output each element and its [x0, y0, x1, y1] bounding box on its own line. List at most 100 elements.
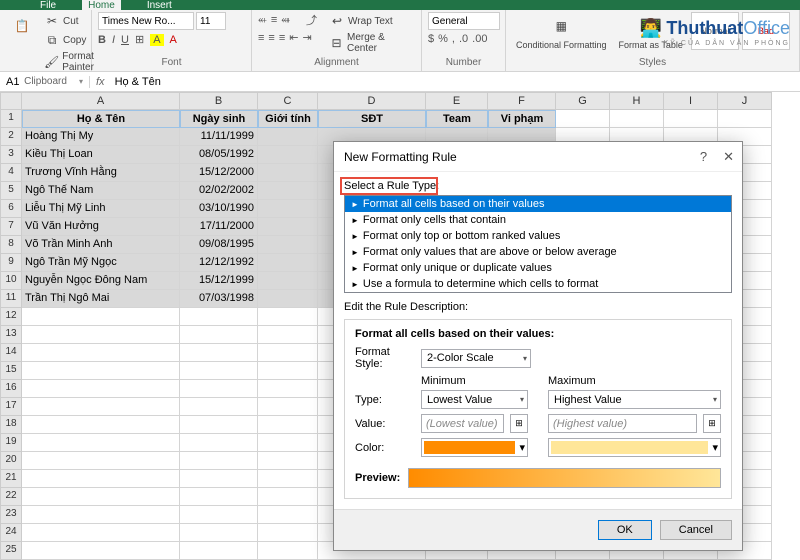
- fill-color-button[interactable]: A: [150, 34, 163, 46]
- max-color-select[interactable]: ▾: [548, 438, 721, 457]
- rule-type-list[interactable]: ►Format all cells based on their values …: [344, 195, 732, 293]
- cancel-button[interactable]: Cancel: [660, 520, 732, 540]
- cell[interactable]: Hoàng Thị My: [22, 128, 180, 146]
- row-header[interactable]: 20: [0, 452, 22, 470]
- cell[interactable]: 15/12/1999: [180, 272, 258, 290]
- cell[interactable]: 17/11/2000: [180, 218, 258, 236]
- tab-insert[interactable]: Insert: [141, 0, 178, 10]
- cell[interactable]: [22, 308, 180, 326]
- col-header-G[interactable]: G: [556, 92, 610, 110]
- cell[interactable]: [258, 434, 318, 452]
- close-button[interactable]: ✕: [723, 149, 734, 165]
- paste-button[interactable]: 📋: [6, 12, 38, 40]
- tab-home[interactable]: Home: [82, 0, 121, 10]
- align-middle-button[interactable]: ≡: [271, 14, 277, 26]
- cell[interactable]: [180, 506, 258, 524]
- cell[interactable]: [258, 362, 318, 380]
- font-color-button[interactable]: A: [170, 34, 177, 46]
- cell[interactable]: [22, 488, 180, 506]
- row-header[interactable]: 8: [0, 236, 22, 254]
- row-header[interactable]: 17: [0, 398, 22, 416]
- cell[interactable]: Vũ Văn Hưởng: [22, 218, 180, 236]
- cell[interactable]: 15/12/2000: [180, 164, 258, 182]
- cell[interactable]: [258, 254, 318, 272]
- cell[interactable]: [22, 524, 180, 542]
- rule-type-item[interactable]: ►Format only top or bottom ranked values: [345, 228, 731, 244]
- cell[interactable]: [180, 434, 258, 452]
- cell[interactable]: Ngô Thế Nam: [22, 182, 180, 200]
- cell[interactable]: [22, 542, 180, 560]
- cell[interactable]: [258, 488, 318, 506]
- col-header-C[interactable]: C: [258, 92, 318, 110]
- cell[interactable]: [180, 416, 258, 434]
- percent-button[interactable]: %: [438, 33, 448, 45]
- bold-button[interactable]: B: [98, 34, 106, 46]
- cell[interactable]: [258, 164, 318, 182]
- cell[interactable]: [180, 452, 258, 470]
- cell[interactable]: [180, 308, 258, 326]
- font-name-select[interactable]: Times New Ro...: [98, 12, 194, 30]
- cell[interactable]: [718, 110, 772, 128]
- fx-icon[interactable]: fx: [90, 76, 111, 88]
- cell[interactable]: [258, 128, 318, 146]
- row-header[interactable]: 23: [0, 506, 22, 524]
- cell[interactable]: SĐT: [318, 110, 426, 128]
- cell[interactable]: Liễu Thị Mỹ Linh: [22, 200, 180, 218]
- cell[interactable]: [556, 110, 610, 128]
- cell[interactable]: [258, 344, 318, 362]
- row-header[interactable]: 9: [0, 254, 22, 272]
- border-button[interactable]: ⊞: [135, 33, 144, 46]
- col-header-E[interactable]: E: [426, 92, 488, 110]
- cell[interactable]: 09/08/1995: [180, 236, 258, 254]
- cell[interactable]: Vi phạm: [488, 110, 556, 128]
- italic-button[interactable]: I: [112, 34, 115, 46]
- font-size-select[interactable]: 11: [196, 12, 226, 30]
- row-header[interactable]: 5: [0, 182, 22, 200]
- cell[interactable]: [258, 308, 318, 326]
- help-button[interactable]: ?: [700, 149, 707, 165]
- underline-button[interactable]: U: [121, 34, 129, 46]
- cell[interactable]: [258, 326, 318, 344]
- cell[interactable]: [258, 416, 318, 434]
- cell[interactable]: [258, 236, 318, 254]
- currency-button[interactable]: $: [428, 33, 434, 45]
- cell[interactable]: [22, 470, 180, 488]
- row-header[interactable]: 21: [0, 470, 22, 488]
- indent-dec-button[interactable]: ⇤: [289, 31, 298, 44]
- cell[interactable]: 11/11/1999: [180, 128, 258, 146]
- cell[interactable]: 03/10/1990: [180, 200, 258, 218]
- cell[interactable]: [258, 524, 318, 542]
- cell[interactable]: [180, 344, 258, 362]
- cell[interactable]: [258, 506, 318, 524]
- row-header[interactable]: 18: [0, 416, 22, 434]
- orientation-button[interactable]: ⤴: [306, 12, 317, 28]
- align-top-button[interactable]: ⬴: [258, 14, 267, 27]
- cell[interactable]: [258, 380, 318, 398]
- max-ref-button[interactable]: ⊞: [703, 414, 721, 433]
- cut-button[interactable]: ✂Cut: [42, 12, 97, 30]
- tab-file[interactable]: File: [34, 0, 62, 10]
- dec-inc-button[interactable]: .0: [459, 33, 468, 45]
- cell[interactable]: [258, 182, 318, 200]
- col-header-H[interactable]: H: [610, 92, 664, 110]
- cell[interactable]: Họ & Tên: [22, 110, 180, 128]
- select-all-corner[interactable]: [0, 92, 22, 110]
- col-header-I[interactable]: I: [664, 92, 718, 110]
- col-header-D[interactable]: D: [318, 92, 426, 110]
- cell[interactable]: 08/05/1992: [180, 146, 258, 164]
- max-value-input[interactable]: (Highest value): [548, 414, 697, 433]
- row-header[interactable]: 14: [0, 344, 22, 362]
- comma-button[interactable]: ,: [452, 33, 455, 45]
- cell[interactable]: [180, 470, 258, 488]
- row-header[interactable]: 1: [0, 110, 22, 128]
- cell[interactable]: [22, 506, 180, 524]
- cell[interactable]: [22, 326, 180, 344]
- row-header[interactable]: 10: [0, 272, 22, 290]
- format-painter-button[interactable]: 🖌Format Painter: [42, 50, 97, 74]
- cell[interactable]: [22, 398, 180, 416]
- col-header-A[interactable]: A: [22, 92, 180, 110]
- cell[interactable]: Trương Vĩnh Hằng: [22, 164, 180, 182]
- row-header[interactable]: 22: [0, 488, 22, 506]
- row-header[interactable]: 4: [0, 164, 22, 182]
- cell[interactable]: [180, 542, 258, 560]
